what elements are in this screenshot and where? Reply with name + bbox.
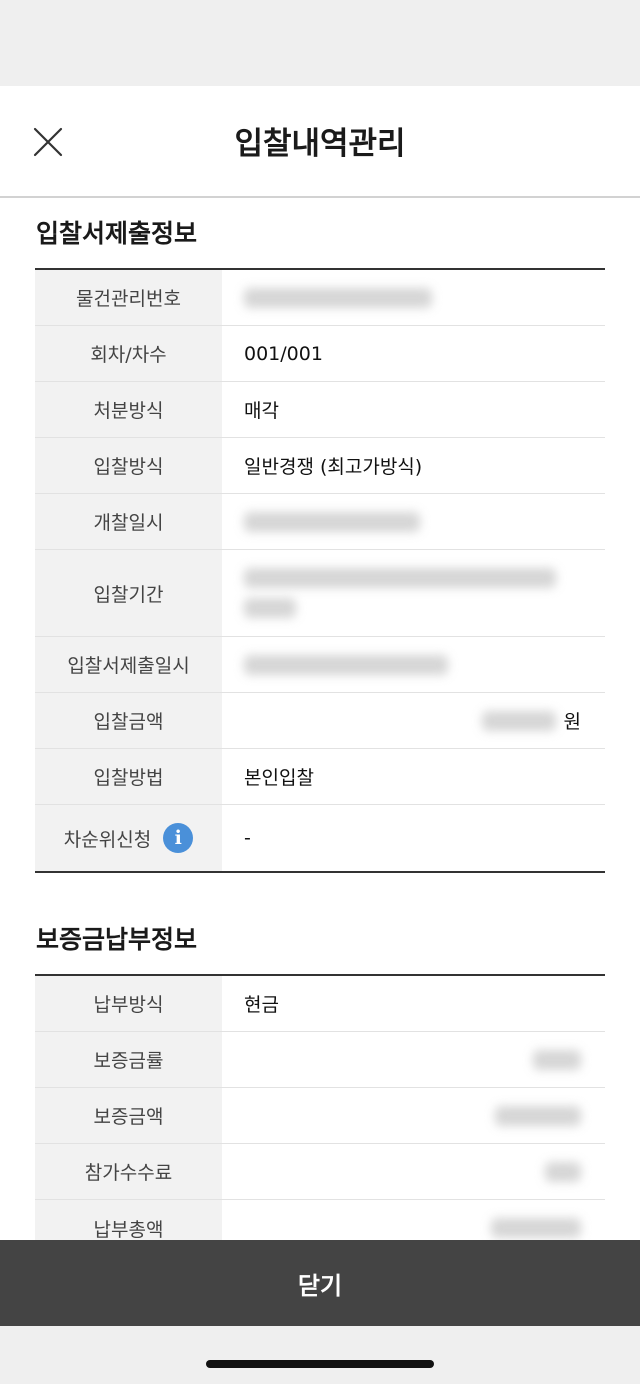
table-row: 물건관리번호 bbox=[35, 270, 605, 326]
row-label: 입찰기간 bbox=[35, 550, 222, 636]
row-label: 참가수수료 bbox=[35, 1144, 222, 1199]
table-row: 입찰방법 본인입찰 bbox=[35, 749, 605, 805]
bid-history-sheet: 입찰내역관리 입찰서제출정보 물건관리번호 회차/차수 001/001 처분방식… bbox=[0, 86, 640, 1326]
deposit-info-table: 납부방식 현금 보증금률 보증금액 참가수수료 납부총액 bbox=[35, 974, 605, 1256]
row-value bbox=[222, 637, 605, 692]
row-label: 입찰서제출일시 bbox=[35, 637, 222, 692]
bid-info-table: 물건관리번호 회차/차수 001/001 처분방식 매각 입찰방식 일반경쟁 (… bbox=[35, 268, 605, 873]
row-label: 회차/차수 bbox=[35, 326, 222, 381]
redacted-value bbox=[244, 654, 448, 675]
redacted-value bbox=[491, 1218, 581, 1238]
row-label: 납부방식 bbox=[35, 976, 222, 1031]
sheet-header: 입찰내역관리 bbox=[0, 86, 640, 198]
row-value bbox=[222, 1144, 605, 1199]
table-row: 입찰서제출일시 bbox=[35, 637, 605, 693]
currency-unit: 원 bbox=[563, 711, 581, 733]
redacted-value bbox=[244, 598, 296, 618]
table-row: 회차/차수 001/001 bbox=[35, 326, 605, 382]
row-value: - bbox=[244, 827, 251, 849]
table-row: 보증금률 bbox=[35, 1032, 605, 1088]
row-value: 현금 bbox=[244, 994, 279, 1016]
table-row: 입찰방식 일반경쟁 (최고가방식) bbox=[35, 438, 605, 494]
row-value: 본인입찰 bbox=[244, 767, 314, 789]
row-value bbox=[222, 270, 605, 325]
deposit-info-section-title: 보증금납부정보 bbox=[36, 925, 198, 954]
table-row: 입찰기간 bbox=[35, 550, 605, 637]
redacted-value bbox=[244, 511, 420, 532]
row-label: 개찰일시 bbox=[35, 494, 222, 549]
bid-info-section-title: 입찰서제출정보 bbox=[36, 219, 198, 248]
row-label: 처분방식 bbox=[35, 382, 222, 437]
redacted-value bbox=[481, 710, 556, 731]
table-row: 차순위신청 i - bbox=[35, 805, 605, 871]
redacted-value bbox=[495, 1105, 581, 1126]
status-area bbox=[0, 0, 640, 86]
info-icon[interactable]: i bbox=[163, 823, 194, 853]
row-value: 매각 bbox=[244, 400, 279, 422]
row-value bbox=[222, 494, 605, 549]
table-row: 입찰금액 원 bbox=[35, 693, 605, 749]
page-title: 입찰내역관리 bbox=[234, 126, 406, 162]
row-label: 물건관리번호 bbox=[35, 270, 222, 325]
redacted-value bbox=[545, 1161, 581, 1182]
row-label: 입찰방법 bbox=[35, 749, 222, 804]
redacted-value bbox=[533, 1049, 581, 1070]
table-row: 보증금액 bbox=[35, 1088, 605, 1144]
table-row: 납부방식 현금 bbox=[35, 976, 605, 1032]
row-value: 일반경쟁 (최고가방식) bbox=[244, 456, 423, 478]
row-value bbox=[222, 1088, 605, 1143]
table-row: 참가수수료 bbox=[35, 1144, 605, 1200]
row-value bbox=[222, 1032, 605, 1087]
bottom-safe-area bbox=[0, 1326, 640, 1384]
table-row: 처분방식 매각 bbox=[35, 382, 605, 438]
row-label-text: 차순위신청 bbox=[63, 828, 152, 851]
home-indicator[interactable] bbox=[206, 1360, 434, 1368]
row-label: 보증금률 bbox=[35, 1032, 222, 1087]
row-label: 입찰금액 bbox=[35, 693, 222, 748]
row-value: 001/001 bbox=[244, 342, 323, 365]
row-value: 원 bbox=[222, 693, 605, 748]
row-label: 보증금액 bbox=[35, 1088, 222, 1143]
redacted-value bbox=[244, 568, 556, 588]
row-label: 차순위신청 i bbox=[35, 805, 222, 871]
row-value bbox=[222, 550, 605, 636]
redacted-value bbox=[244, 287, 432, 308]
close-button[interactable]: 닫기 bbox=[0, 1240, 640, 1326]
table-row: 개찰일시 bbox=[35, 494, 605, 550]
row-label: 입찰방식 bbox=[35, 438, 222, 493]
